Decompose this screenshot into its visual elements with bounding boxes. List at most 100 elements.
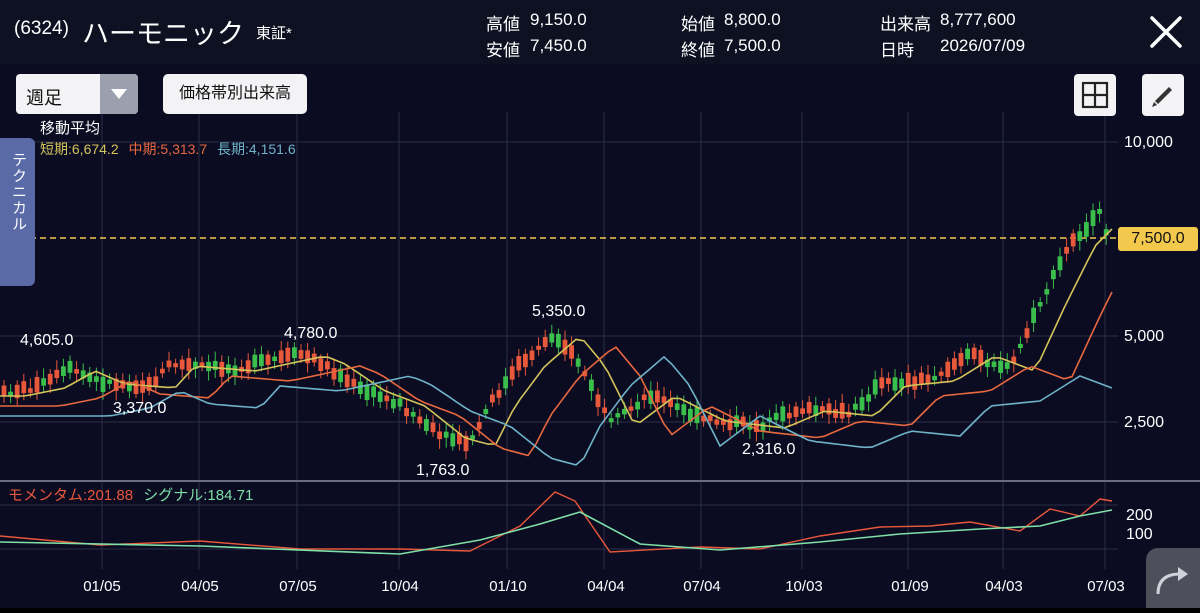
candle-body <box>410 412 416 417</box>
candle-body <box>1 385 7 397</box>
x-tick-label: 07/03 <box>1087 578 1125 595</box>
candle-body <box>331 368 337 380</box>
candle-body <box>1057 256 1063 271</box>
price-annotation: 4,605.0 <box>20 332 74 349</box>
candle-body <box>773 412 779 421</box>
x-tick-label: 07/04 <box>683 578 721 595</box>
candle-body <box>945 361 951 378</box>
candle-body <box>417 416 423 424</box>
close-label: 終値 <box>681 41 715 60</box>
candle-body <box>1064 246 1069 254</box>
volume-label: 出来高 <box>880 15 931 34</box>
candle-body <box>166 360 172 368</box>
ma-long-value: 長期:4,151.6 <box>217 141 296 157</box>
ma-values: 短期:6,674.2 中期:5,313.7 長期:4,151.6 <box>40 139 296 159</box>
momentum-legend-value: モメンタム:201.88 <box>8 487 134 504</box>
candle-body <box>1077 231 1083 241</box>
candle-body <box>54 369 60 379</box>
candle-body <box>635 401 640 410</box>
market-label: 東証* <box>256 25 292 42</box>
candle-body <box>872 379 878 395</box>
candle-body <box>61 366 66 376</box>
y-tick-label: 10,000 <box>1124 134 1173 151</box>
candle-body <box>371 386 376 398</box>
open-value: 8,800.0 <box>724 10 781 29</box>
candle-body <box>1044 289 1050 295</box>
price-annotation: 3,370.0 <box>113 400 167 417</box>
price-annotation: 4,780.0 <box>284 325 338 342</box>
candle-body <box>608 418 614 423</box>
candle-body <box>325 361 330 370</box>
date-label: 日時 <box>880 41 914 60</box>
candle-body <box>160 368 165 374</box>
candle-body <box>219 361 225 377</box>
candle-body <box>674 403 680 410</box>
quote-header: (6324) ハーモニック 東証* 高値 9,150.0 安値 7,450.0 … <box>0 0 1200 64</box>
candle-body <box>602 407 607 414</box>
candle-body <box>153 376 159 387</box>
candle-body <box>965 348 970 360</box>
expand-icon <box>1156 567 1188 595</box>
candle-body <box>496 390 502 398</box>
candle-body <box>298 350 304 359</box>
volume-profile-button[interactable]: 価格帯別出来高 <box>163 74 307 114</box>
candle-body <box>952 358 957 370</box>
candle-body <box>595 394 601 408</box>
candle-body <box>173 363 178 368</box>
candle-body <box>509 366 515 380</box>
candle-body <box>232 365 238 377</box>
candle-body <box>94 376 99 382</box>
x-tick-label: 07/05 <box>279 578 317 595</box>
grid-icon <box>1081 81 1109 109</box>
x-tick-label: 04/05 <box>181 578 219 595</box>
period-dropdown-toggle[interactable] <box>100 74 138 114</box>
candle-body <box>1090 210 1096 227</box>
candle-body <box>569 345 574 359</box>
momentum-legend: モメンタム:201.88 シグナル:184.71 <box>8 484 253 505</box>
candle-body <box>391 399 396 409</box>
signal-legend-value: シグナル:184.71 <box>143 487 254 504</box>
candle-body <box>780 406 786 422</box>
candle-body <box>351 378 357 387</box>
candle-body <box>787 412 792 419</box>
candle-body <box>424 419 429 432</box>
candle-body <box>107 379 112 384</box>
candle-body <box>259 354 264 367</box>
candle-body <box>443 431 449 438</box>
candle-body <box>384 395 390 402</box>
candle-body <box>536 345 541 350</box>
y-tick-label: 5,000 <box>1124 328 1165 345</box>
price-annotation: 1,763.0 <box>416 462 470 479</box>
low-value: 7,450.0 <box>530 36 587 55</box>
momentum-y-tick: 200 <box>1126 507 1153 524</box>
candle-body <box>100 376 106 392</box>
candle-body <box>67 360 73 373</box>
pencil-icon <box>1152 87 1172 107</box>
candle-body <box>265 354 271 365</box>
candle-body <box>397 398 403 407</box>
candle-body <box>516 356 522 371</box>
close-button[interactable] <box>1146 12 1186 52</box>
candle-body <box>556 333 561 348</box>
technical-tab[interactable]: テクニカル <box>0 138 35 286</box>
candle-body <box>971 347 977 360</box>
signal-line <box>0 509 1113 555</box>
candle-body <box>886 378 891 384</box>
candle-body <box>892 377 898 391</box>
x-tick-label: 04/03 <box>985 578 1023 595</box>
x-tick-label: 10/03 <box>785 578 823 595</box>
candle-body <box>503 376 508 389</box>
date-value: 2026/07/09 <box>940 36 1026 55</box>
candle-body <box>47 373 53 385</box>
close-icon <box>1150 16 1182 48</box>
candle-body <box>575 358 581 367</box>
period-select[interactable]: 週足 <box>16 74 138 114</box>
candle-body <box>186 358 192 372</box>
technical-tab-label: テクニカル <box>10 152 27 232</box>
candle-body <box>1037 302 1043 307</box>
layout-button[interactable] <box>1074 74 1116 116</box>
expand-button[interactable] <box>1146 548 1200 608</box>
draw-button[interactable] <box>1142 74 1184 116</box>
candle-body <box>859 397 865 411</box>
candle-body <box>615 413 621 418</box>
